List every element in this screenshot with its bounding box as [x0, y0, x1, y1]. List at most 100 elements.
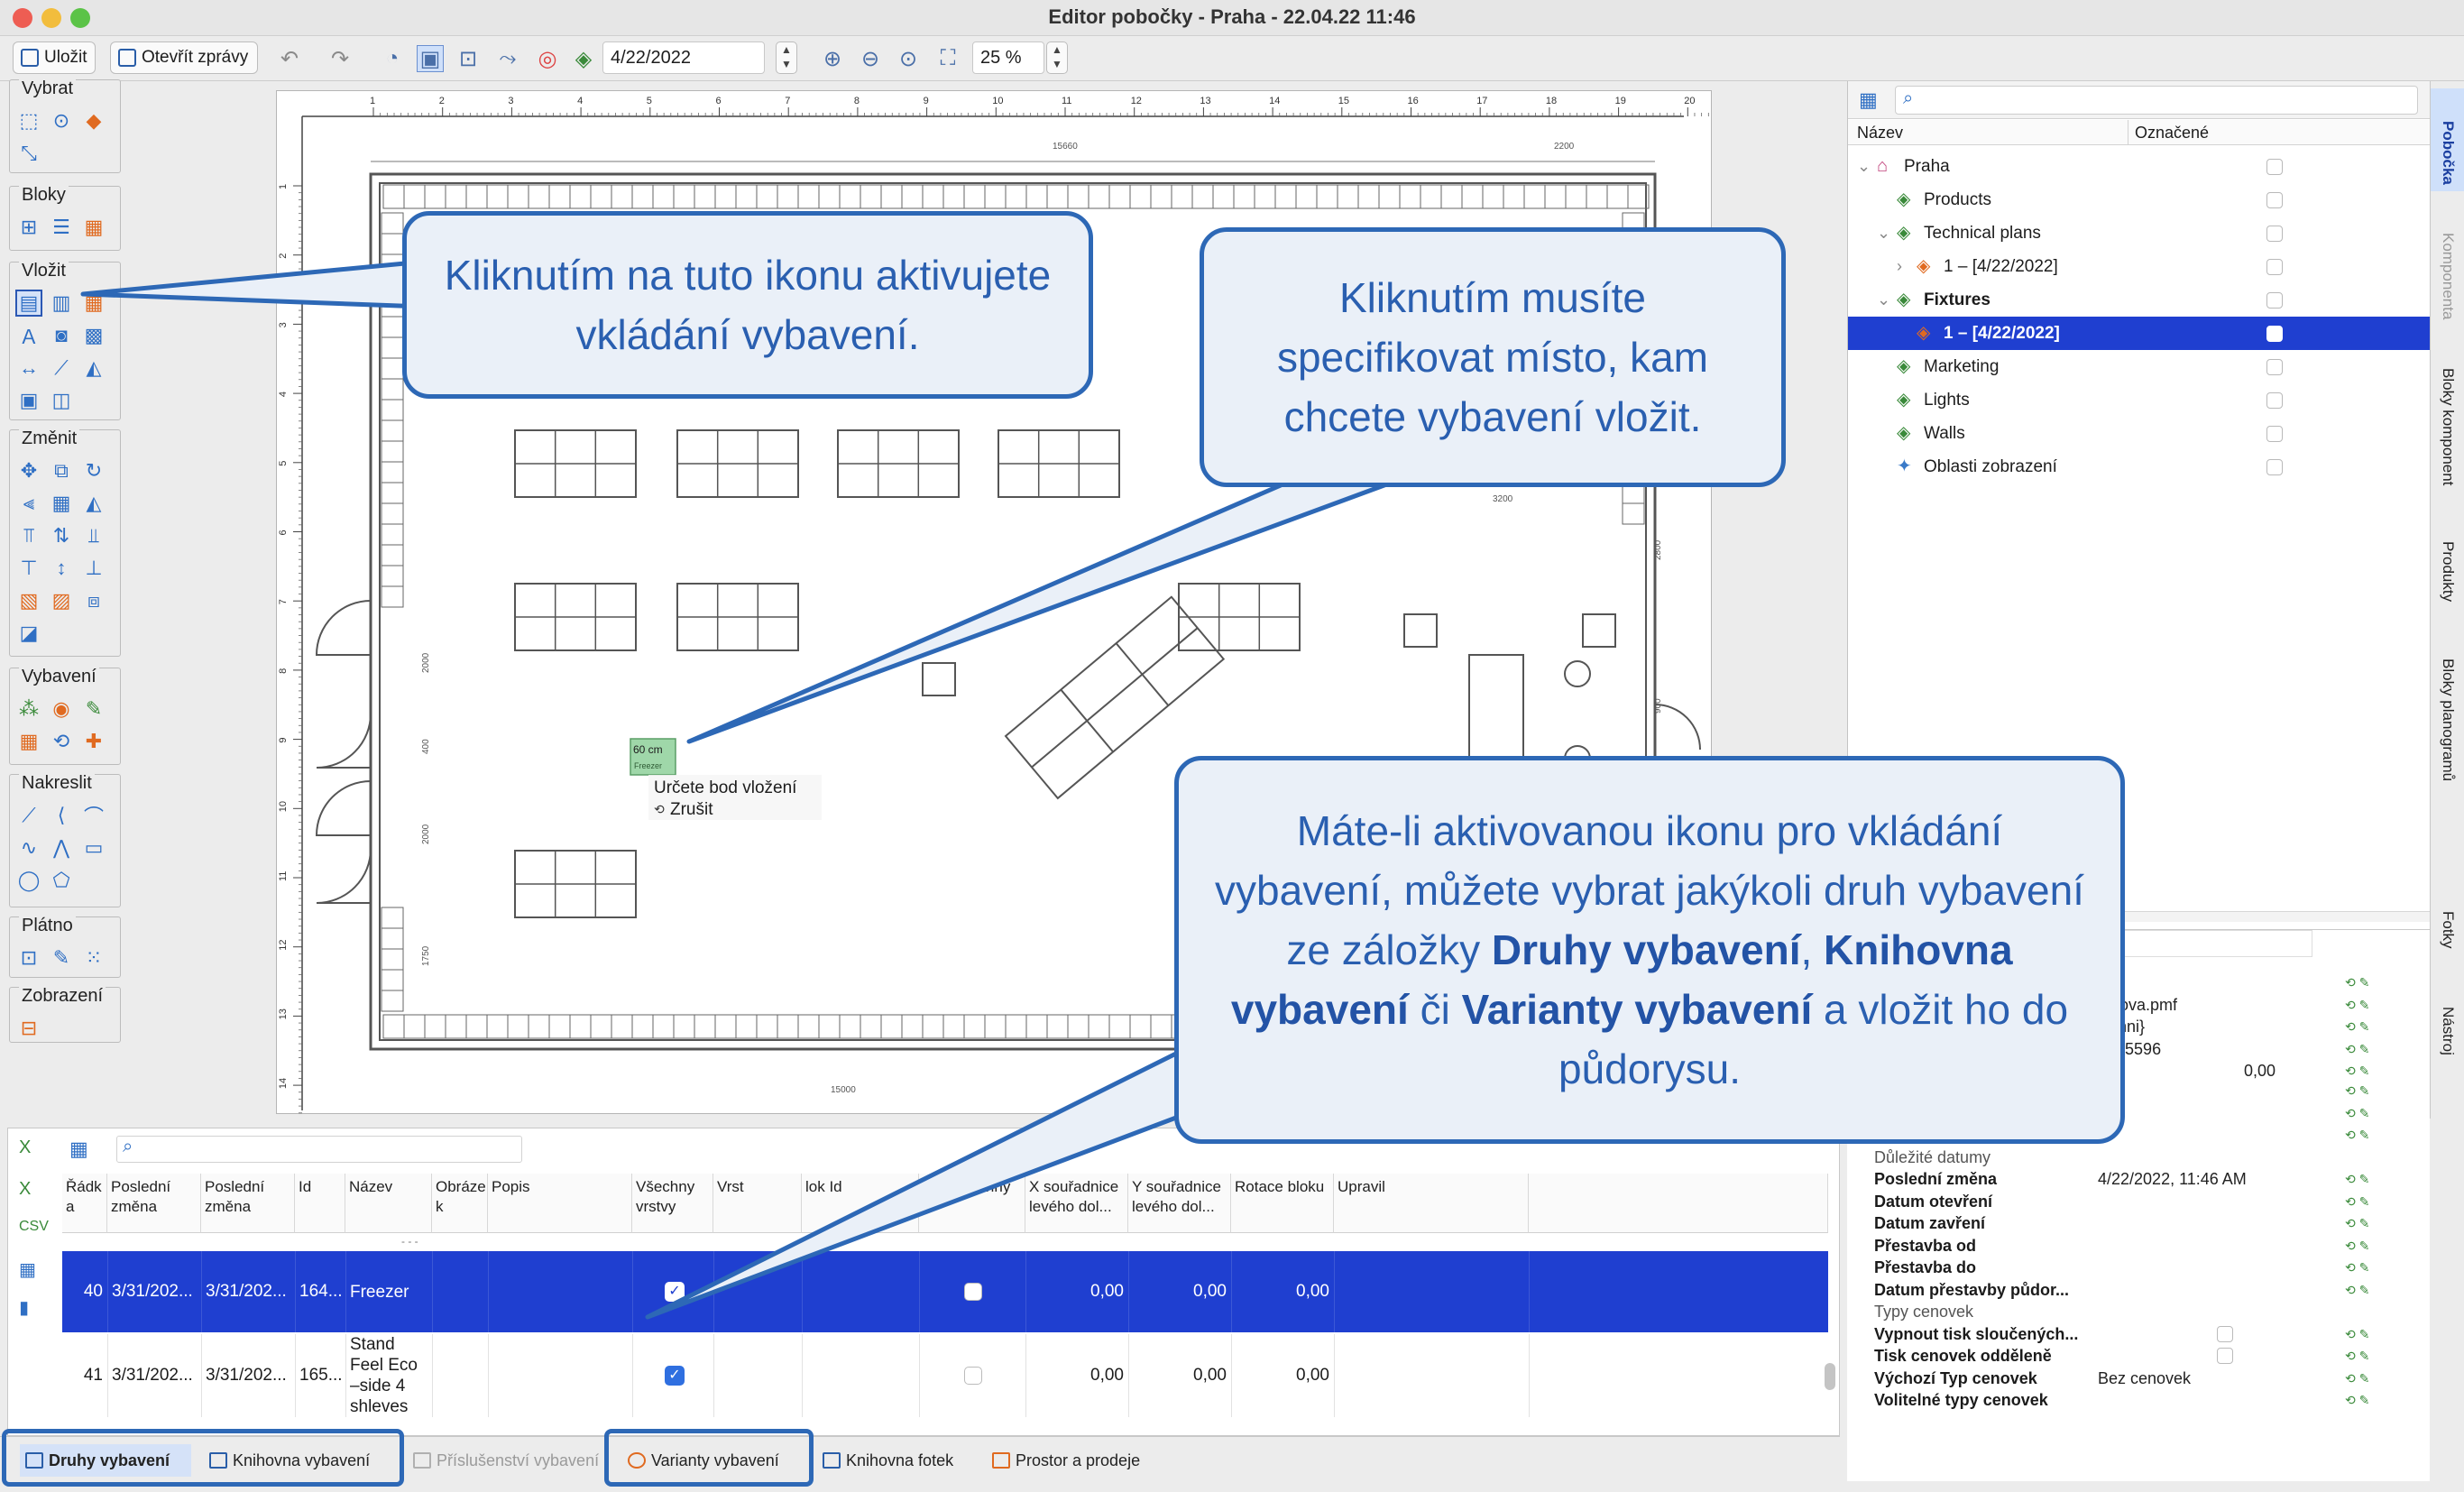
- column-header[interactable]: Řádk a: [62, 1174, 107, 1233]
- draw-line-icon[interactable]: ⟋: [15, 802, 42, 829]
- fixture-nodes-icon[interactable]: ⁂: [15, 695, 42, 723]
- inherit-icon[interactable]: ⟲ ✎: [2345, 1191, 2369, 1212]
- draw-polyline-icon[interactable]: ⟨: [48, 802, 75, 829]
- column-header[interactable]: Obráze k: [432, 1174, 488, 1233]
- property-row[interactable]: Přestavba do ⟲ ✎: [1847, 1257, 2430, 1279]
- align-base-icon[interactable]: ⊥: [80, 555, 107, 582]
- draw-circle-icon[interactable]: ◯: [15, 867, 42, 894]
- stretch-icon[interactable]: ↕: [48, 555, 75, 582]
- tree-row[interactable]: ◈ Walls: [1848, 417, 2431, 450]
- redo-icon[interactable]: ↷: [326, 45, 354, 72]
- tree-row[interactable]: ⌄ ◈ Technical plans: [1848, 216, 2431, 250]
- expand-chevron-icon[interactable]: ⌄: [1857, 150, 1871, 183]
- table-scrollbar[interactable]: [1825, 1363, 1835, 1390]
- order-icon[interactable]: ◪: [15, 620, 42, 647]
- select-path-icon[interactable]: ⤡: [15, 140, 42, 167]
- tree-row[interactable]: ⌄ ⌂ Praha: [1848, 150, 2431, 183]
- select-arrow-icon[interactable]: ⬚: [15, 107, 42, 134]
- draw-curve-icon[interactable]: ∿: [15, 834, 42, 861]
- inherit-icon[interactable]: ⟲ ✎: [2345, 1368, 2369, 1389]
- save-button[interactable]: Uložit: [13, 41, 96, 74]
- rotate-icon[interactable]: ↻: [80, 457, 107, 484]
- property-row[interactable]: Datum přestavby půdor... ⟲ ✎: [1847, 1279, 2430, 1302]
- property-row[interactable]: Datum zavření ⟲ ✎: [1847, 1212, 2430, 1235]
- fixture-variant-icon[interactable]: ◉: [48, 695, 75, 723]
- table-columns-icon[interactable]: ▦: [69, 1137, 88, 1161]
- tab-fixture-accessories[interactable]: Příslušenství vybavení: [408, 1444, 604, 1477]
- column-header[interactable]: Upravil: [1334, 1174, 1529, 1233]
- chart-icon[interactable]: ▦: [19, 1258, 36, 1281]
- expand-chevron-icon[interactable]: ⌄: [1877, 283, 1890, 317]
- inherit-icon[interactable]: ⟲ ✎: [2345, 972, 2369, 993]
- property-section[interactable]: Důležité datumy: [1847, 1147, 2430, 1169]
- zoom-in-icon[interactable]: ⊕: [819, 45, 846, 72]
- property-checkbox[interactable]: [2217, 1348, 2233, 1364]
- insert-image-icon[interactable]: ▣: [15, 387, 42, 414]
- insert-fixture-icon[interactable]: ▤: [15, 290, 42, 317]
- csv-icon[interactable]: CSV: [19, 1219, 49, 1235]
- zoom-out-icon[interactable]: ⊖: [857, 45, 884, 72]
- tree-row[interactable]: ◈ Marketing: [1848, 350, 2431, 383]
- inherit-icon[interactable]: ⟲ ✎: [2345, 1323, 2369, 1345]
- expand-chevron-icon[interactable]: ⌄: [1877, 216, 1890, 250]
- inherit-icon[interactable]: ⟲ ✎: [2345, 1060, 2369, 1082]
- column-header[interactable]: Název: [345, 1174, 432, 1233]
- excel-export-icon[interactable]: X: [19, 1179, 31, 1200]
- tree-row[interactable]: ◈ Products: [1848, 183, 2431, 216]
- canvas-edit-icon[interactable]: ✎: [48, 944, 75, 972]
- zoom-field[interactable]: 25 %: [972, 41, 1044, 74]
- column-header[interactable]: Y souřadnice levého dol...: [1128, 1174, 1231, 1233]
- column-header[interactable]: Vrst: [713, 1174, 802, 1233]
- vtab-planogram-blocks[interactable]: Bloky planogramů: [2431, 626, 2464, 875]
- move-icon[interactable]: ✥: [15, 457, 42, 484]
- inherit-icon[interactable]: ⟲ ✎: [2345, 1235, 2369, 1257]
- expand-chevron-icon[interactable]: ›: [1897, 250, 1902, 283]
- inherit-icon[interactable]: ⟲ ✎: [2345, 1168, 2369, 1190]
- inherit-icon[interactable]: ⟲ ✎: [2345, 1257, 2369, 1278]
- copy-icon[interactable]: ⧉: [48, 457, 75, 484]
- zoom-stepper[interactable]: ▲ ▼: [1046, 41, 1068, 74]
- column-header[interactable]: Všechny vrstvy: [632, 1174, 713, 1233]
- open-reports-button[interactable]: Otevřít zprávy: [110, 41, 258, 74]
- layers-icon[interactable]: ◈: [570, 45, 597, 72]
- inherit-icon[interactable]: ⟲ ✎: [2345, 1016, 2369, 1037]
- double-sided-checkbox[interactable]: [964, 1367, 982, 1385]
- column-header[interactable]: Popis: [488, 1174, 632, 1233]
- property-row[interactable]: Vypnout tisk sloučených... ⟲ ✎: [1847, 1323, 2430, 1346]
- tree-row-checkbox[interactable]: [2266, 459, 2283, 475]
- column-header[interactable]: Id: [295, 1174, 345, 1233]
- date-stepper[interactable]: ▲ ▼: [776, 41, 797, 74]
- connect-icon[interactable]: ⤳: [494, 45, 521, 72]
- vtab-branch[interactable]: Pobočka: [2431, 88, 2464, 191]
- property-checkbox[interactable]: [2217, 1325, 2233, 1342]
- tree-search-input[interactable]: ⌕: [1895, 86, 2418, 115]
- vtab-component-blocks[interactable]: Bloky komponent: [2431, 336, 2464, 498]
- property-row[interactable]: Tisk cenovek odděleně ⟲ ✎: [1847, 1345, 2430, 1368]
- property-section[interactable]: Typy cenovek: [1847, 1301, 2430, 1323]
- inherit-icon[interactable]: ⟲ ✎: [2345, 1212, 2369, 1234]
- select-target-icon[interactable]: ⊙: [48, 107, 75, 134]
- table-row[interactable]: 41 3/31/202... 3/31/202... 165... Stand Feel…: [62, 1334, 1828, 1417]
- property-row[interactable]: Výchozí Typ cenovek Bez cenovek ⟲ ✎: [1847, 1368, 2430, 1390]
- insert-line-icon[interactable]: ⟋: [48, 355, 75, 382]
- align-left-icon[interactable]: ⫷: [15, 490, 42, 517]
- inherit-icon[interactable]: ⟲ ✎: [2345, 1279, 2369, 1301]
- undo-icon[interactable]: ↶: [276, 45, 303, 72]
- column-header[interactable]: Poslední změna: [201, 1174, 295, 1233]
- inherit-icon[interactable]: ⟲ ✎: [2345, 1345, 2369, 1367]
- all-layers-checkbox[interactable]: ✓: [665, 1282, 685, 1302]
- vtab-photos[interactable]: Fotky: [2431, 879, 2464, 974]
- camera-icon[interactable]: ◎: [534, 45, 561, 72]
- align-bottom-icon[interactable]: ⫫: [80, 522, 107, 549]
- tree-row-checkbox[interactable]: [2266, 426, 2283, 442]
- property-search[interactable]: [2123, 930, 2312, 957]
- tree-row[interactable]: ◈ 1 – [4/22/2022]: [1848, 317, 2431, 350]
- group-icon[interactable]: ▧: [15, 587, 42, 614]
- insert-pdf-icon[interactable]: ◭: [80, 355, 107, 382]
- column-header[interactable]: Rotace bloku: [1231, 1174, 1334, 1233]
- draw-zigzag-icon[interactable]: ⋀: [48, 834, 75, 861]
- tree-row-checkbox[interactable]: [2266, 159, 2283, 175]
- insert-calc-icon[interactable]: ▩: [80, 322, 107, 349]
- dimension-icon[interactable]: ⊡: [455, 45, 482, 72]
- tree-row-checkbox[interactable]: [2266, 326, 2283, 342]
